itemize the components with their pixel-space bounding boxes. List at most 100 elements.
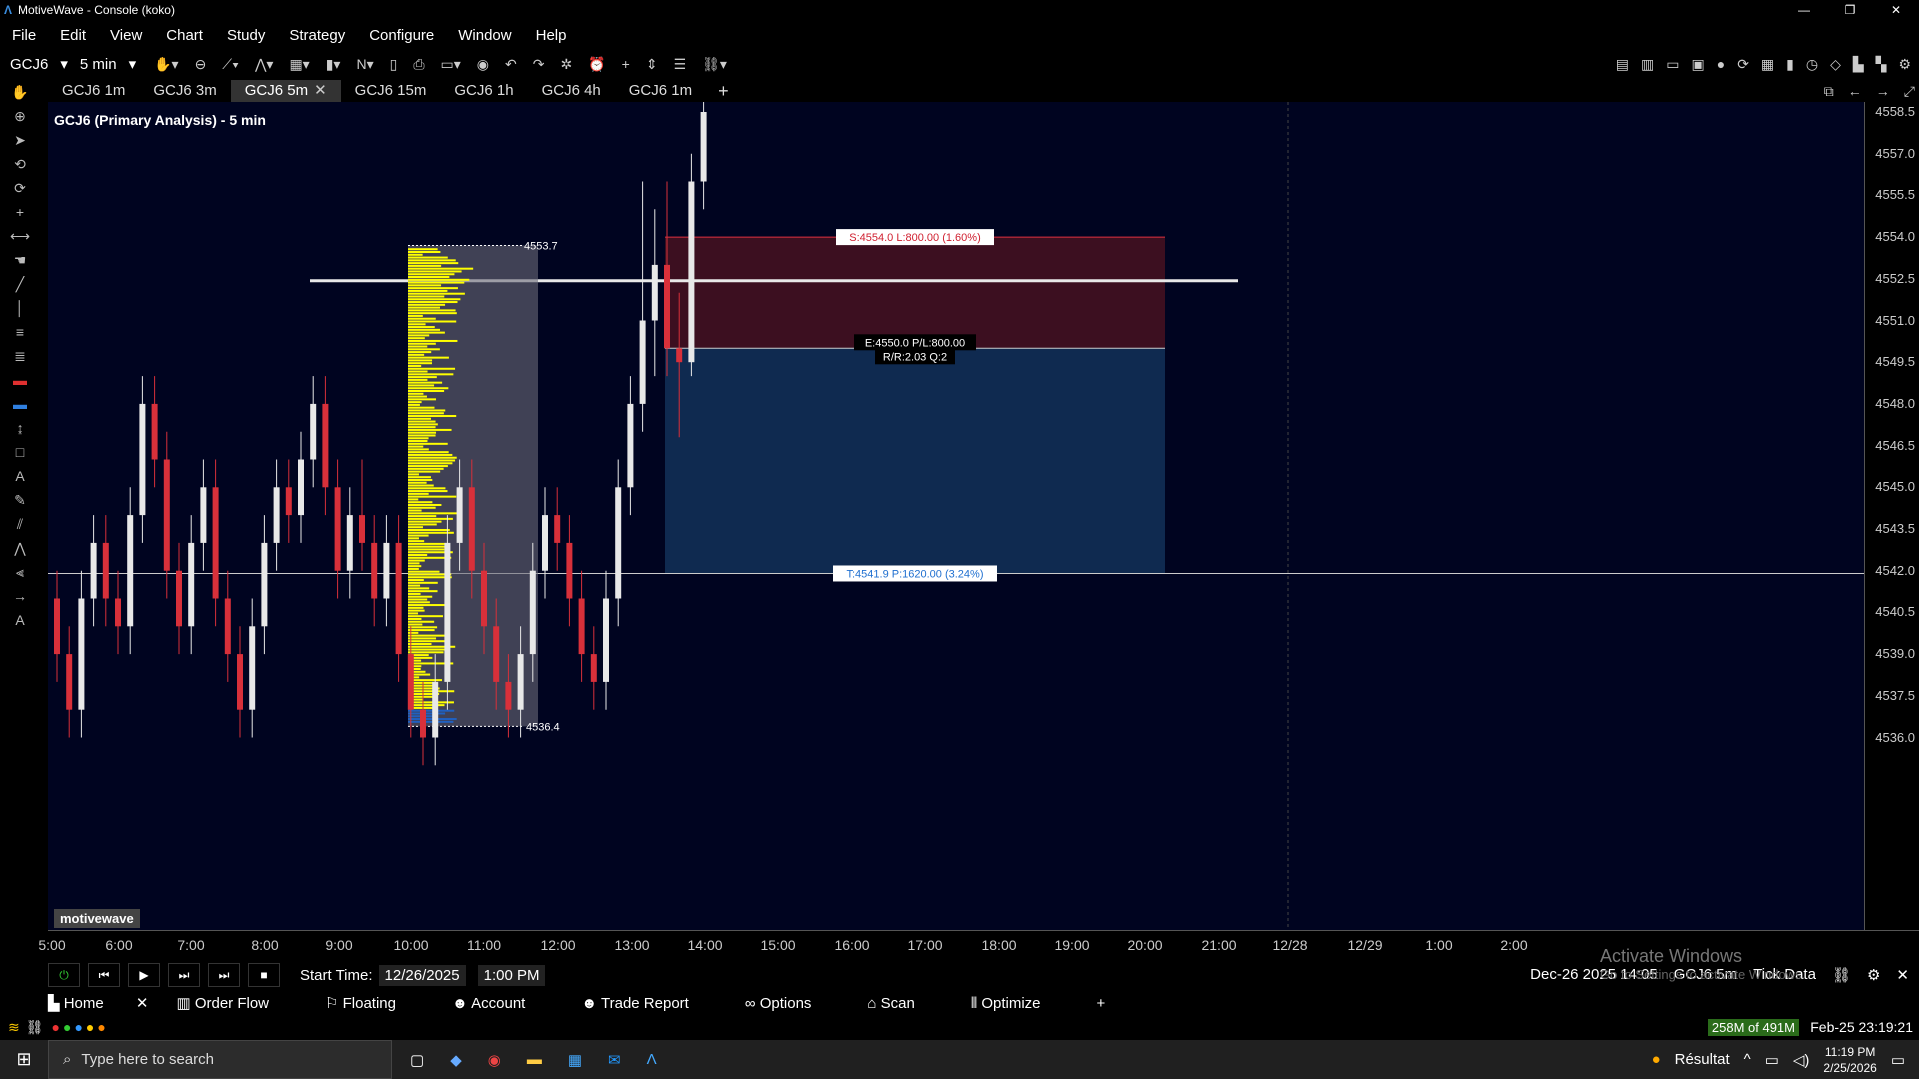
fib-ext-icon[interactable]: ≣ [0, 344, 40, 368]
measure-icon[interactable]: ⟷ [0, 224, 40, 248]
stop-icon[interactable]: ■ [248, 963, 280, 987]
detach-icon[interactable]: ⧉ [1824, 83, 1834, 100]
store-icon[interactable]: ▦ [568, 1051, 582, 1069]
start-time-field[interactable]: 1:00 PM [477, 964, 546, 986]
taskbar-clock[interactable]: 11:19 PM 2/25/2026 [1823, 1044, 1876, 1076]
refresh-icon[interactable]: ⟳ [0, 176, 40, 200]
arrow-left-icon[interactable]: ← [1848, 83, 1862, 100]
close-button[interactable]: ✕ [1873, 0, 1919, 20]
tab-gcj6-5m[interactable]: GCJ6 5m ✕ [230, 80, 341, 102]
step-icon[interactable]: ⏭ [168, 963, 200, 987]
pointer-icon[interactable]: ➤ [0, 128, 40, 152]
copilot-icon[interactable]: ◆ [450, 1051, 462, 1069]
new-doc-icon[interactable]: ▯ [382, 56, 406, 73]
chevron-down-icon[interactable]: ▾ [60, 55, 68, 73]
menu-help[interactable]: Help [524, 27, 579, 44]
zoom-out-icon[interactable]: ⊖ [187, 56, 215, 73]
task-view-icon[interactable]: ▢ [410, 1051, 424, 1069]
tag-icon[interactable]: ◇ [1830, 56, 1841, 73]
weather-label[interactable]: Résultat [1675, 1051, 1730, 1068]
measure-icon[interactable]: ⇕ [638, 56, 666, 73]
interval-select[interactable]: 5 min [80, 56, 117, 73]
nav-trade-report[interactable]: ☻ Trade Report [581, 995, 717, 1012]
book-icon[interactable]: ▮ [1786, 56, 1794, 73]
menu-configure[interactable]: Configure [357, 27, 446, 44]
camera-icon[interactable]: ◉ [469, 56, 497, 73]
gear-icon[interactable]: ⚙ [1898, 56, 1911, 73]
expand-icon[interactable]: ⤢ [1904, 83, 1915, 100]
window-icon[interactable]: ▭ [1666, 56, 1679, 73]
link-icon[interactable]: ⛓▾ [694, 56, 735, 73]
windows-start-icon[interactable]: ⊞ [0, 1049, 48, 1070]
redo-icon[interactable]: ↷ [525, 56, 553, 73]
symbol-select[interactable]: GCJ6 [10, 56, 48, 73]
vertical-line-icon[interactable]: │ [0, 296, 40, 320]
add-tab-button[interactable]: + [1097, 995, 1106, 1012]
channel-icon[interactable]: ⫽ [0, 512, 40, 536]
nav-options[interactable]: ∞ Options [745, 995, 840, 1012]
maximize-button[interactable]: ❐ [1827, 0, 1873, 20]
arrow-icon[interactable]: ↨ [0, 416, 40, 440]
bars-icon[interactable]: ▥ [1641, 56, 1654, 73]
hand-icon[interactable]: ☚ [0, 248, 40, 272]
tab-gcj6-3m[interactable]: GCJ6 3m [139, 80, 230, 102]
color-swatch-icon[interactable]: ▬ [0, 368, 40, 392]
pan-icon[interactable]: ✋ [0, 80, 40, 104]
menu-study[interactable]: Study [215, 27, 277, 44]
crosshair-icon[interactable]: + [614, 56, 638, 72]
crosshair-icon[interactable]: + [0, 200, 40, 224]
outlook-icon[interactable]: ✉ [608, 1051, 621, 1069]
menu-edit[interactable]: Edit [48, 27, 98, 44]
menu-view[interactable]: View [98, 27, 154, 44]
chrome-icon[interactable]: ◉ [488, 1051, 501, 1069]
notification-icon[interactable]: ▭ [1891, 1051, 1905, 1069]
pencil-icon[interactable]: ✎ [0, 488, 40, 512]
list-icon[interactable]: ☰ [666, 56, 695, 73]
orders-icon[interactable]: ▙ [1853, 56, 1864, 73]
nav-account[interactable]: ☻ Account [452, 995, 553, 1012]
line-icon[interactable]: ╱ [0, 272, 40, 296]
nav-home[interactable]: ▙ Home ✕ [48, 994, 148, 1012]
file-explorer-icon[interactable]: ▬ [527, 1051, 542, 1069]
minimize-button[interactable]: — [1781, 0, 1827, 20]
tray-chevron-icon[interactable]: ^ [1744, 1051, 1751, 1068]
pan-icon[interactable]: ✋▾ [146, 56, 186, 73]
nav-order-flow[interactable]: ▥ Order Flow [176, 994, 297, 1012]
nav-scan[interactable]: ⌂ Scan [867, 995, 942, 1012]
globe-icon[interactable]: ● [1717, 56, 1725, 73]
open-folder-icon[interactable]: ▭▾ [433, 56, 469, 73]
skip-start-icon[interactable]: ⏮ [88, 963, 120, 987]
table-icon[interactable]: ▦ [1761, 56, 1774, 73]
network-icon[interactable]: ▭ [1765, 1051, 1779, 1069]
n-tool[interactable]: N▾ [348, 56, 381, 73]
wave-icon[interactable]: ⋀ [0, 536, 40, 560]
price-chart[interactable]: S:4554.0 L:800.00 (1.60%) T:4541.9 P:1620… [48, 102, 1864, 930]
rect-icon[interactable]: □ [0, 440, 40, 464]
menu-strategy[interactable]: Strategy [277, 27, 357, 44]
print-icon[interactable]: ⎙ [405, 56, 432, 73]
chevron-down-icon[interactable]: ▾ [129, 55, 137, 73]
start-date-field[interactable]: 12/26/2025 [378, 964, 466, 986]
candle-icon[interactable]: ▮▾ [318, 56, 349, 73]
tab-gcj6-1m-2[interactable]: GCJ6 1m [615, 80, 706, 102]
undo-icon[interactable]: ↶ [497, 56, 525, 73]
play-icon[interactable]: ▶ [128, 963, 160, 987]
wave-tool-icon[interactable]: ⋀▾ [247, 56, 282, 73]
stack-icon[interactable]: ▣ [1691, 56, 1704, 73]
tab-gcj6-1h[interactable]: GCJ6 1h [440, 80, 527, 102]
volume-icon[interactable]: ◁) [1793, 1051, 1810, 1069]
refresh-icon[interactable]: ⟳ [1737, 56, 1749, 73]
link-icon[interactable]: ⛓ [1832, 966, 1851, 984]
fib-icon[interactable]: ≡ [0, 320, 40, 344]
chart-canvas[interactable]: S:4554.0 L:800.00 (1.60%) T:4541.9 P:1620… [48, 102, 1864, 930]
color-swatch-icon[interactable]: ▬ [0, 392, 40, 416]
add-tab-button[interactable]: + [706, 81, 741, 102]
arrow-right-icon[interactable]: → [1876, 83, 1890, 100]
nav-floating[interactable]: ⚐ Floating [325, 994, 424, 1012]
alarm-icon[interactable]: ⏰ [580, 56, 613, 73]
power-icon[interactable]: ⏻ [48, 963, 80, 987]
menu-chart[interactable]: Chart [154, 27, 215, 44]
tab-gcj6-1m[interactable]: GCJ6 1m [48, 80, 139, 102]
motivewave-taskbar-icon[interactable]: Λ [647, 1051, 657, 1069]
tab-gcj6-4h[interactable]: GCJ6 4h [528, 80, 615, 102]
